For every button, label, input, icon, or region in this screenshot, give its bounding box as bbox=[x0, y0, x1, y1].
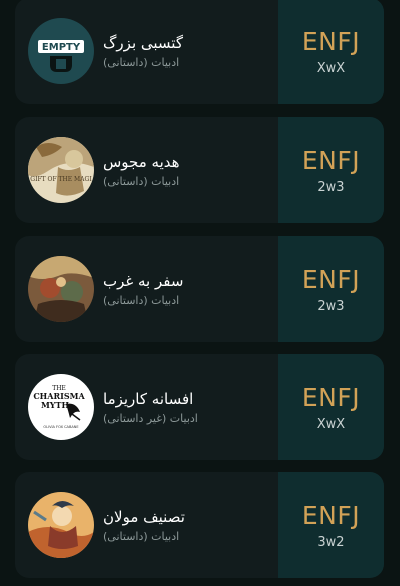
item-category: ادبیات (داستانی) bbox=[103, 529, 180, 543]
avatar: THE CHARISMA MYTH OLIVIA FOX CABANE bbox=[28, 374, 94, 440]
cover-label: OLIVIA FOX CABANE bbox=[43, 425, 78, 429]
personality-type-panel: ENFJ XwX bbox=[278, 0, 384, 104]
item-info: THE CHARISMA MYTH OLIVIA FOX CABANE افسا… bbox=[15, 354, 278, 460]
personality-type-code: ENFJ bbox=[301, 500, 361, 530]
personality-type-panel: ENFJ 2w3 bbox=[278, 117, 384, 223]
personality-type-code: ENFJ bbox=[301, 145, 361, 175]
book-cover-icon bbox=[28, 256, 94, 322]
avatar: EMPTY bbox=[28, 18, 94, 84]
cover-label: MYTH bbox=[41, 400, 70, 410]
item-info: تصنیف مولان ادبیات (داستانی) bbox=[15, 472, 278, 578]
item-text: سفر به غرب ادبیات (داستانی) bbox=[103, 270, 183, 309]
list-item[interactable]: GIFT OF THE MAGI هدیه مجوس ادبیات (داستا… bbox=[15, 117, 384, 223]
item-category: ادبیات (غیر داستانی) bbox=[103, 411, 198, 425]
item-text: هدیه مجوس ادبیات (داستانی) bbox=[103, 151, 180, 190]
avatar bbox=[28, 492, 94, 558]
item-title: افسانه کاریزما bbox=[103, 389, 194, 408]
item-category: ادبیات (داستانی) bbox=[103, 55, 180, 69]
list-item[interactable]: تصنیف مولان ادبیات (داستانی) ENFJ 3w2 bbox=[15, 472, 384, 578]
personality-type-code: ENFJ bbox=[301, 26, 361, 56]
avatar: GIFT OF THE MAGI bbox=[28, 137, 94, 203]
list-item[interactable]: EMPTY گتسبی بزرگ ادبیات (داستانی) ENFJ X… bbox=[15, 0, 384, 104]
personality-type-panel: ENFJ XwX bbox=[278, 354, 384, 460]
item-info: GIFT OF THE MAGI هدیه مجوس ادبیات (داستا… bbox=[15, 117, 278, 223]
profile-list: EMPTY گتسبی بزرگ ادبیات (داستانی) ENFJ X… bbox=[0, 0, 400, 586]
personality-type-panel: ENFJ 2w3 bbox=[278, 236, 384, 342]
empty-avatar-icon: EMPTY bbox=[28, 18, 94, 84]
book-cover-icon: THE CHARISMA MYTH OLIVIA FOX CABANE bbox=[28, 374, 94, 440]
personality-type-code: ENFJ bbox=[301, 264, 361, 294]
item-title: تصنیف مولان bbox=[103, 507, 185, 526]
personality-type-code: ENFJ bbox=[301, 382, 361, 412]
avatar bbox=[28, 256, 94, 322]
item-text: افسانه کاریزما ادبیات (غیر داستانی) bbox=[103, 388, 198, 427]
item-info: EMPTY گتسبی بزرگ ادبیات (داستانی) bbox=[15, 0, 278, 104]
enneagram-variant: 3w2 bbox=[317, 534, 345, 550]
personality-type-panel: ENFJ 3w2 bbox=[278, 472, 384, 578]
item-text: تصنیف مولان ادبیات (داستانی) bbox=[103, 506, 185, 545]
enneagram-variant: 2w3 bbox=[317, 179, 345, 195]
enneagram-variant: XwX bbox=[316, 60, 346, 76]
item-title: گتسبی بزرگ bbox=[103, 33, 183, 52]
item-title: سفر به غرب bbox=[103, 271, 184, 290]
item-title: هدیه مجوس bbox=[103, 152, 180, 171]
list-item[interactable]: سفر به غرب ادبیات (داستانی) ENFJ 2w3 bbox=[15, 236, 384, 342]
enneagram-variant: XwX bbox=[316, 416, 346, 432]
list-item[interactable]: THE CHARISMA MYTH OLIVIA FOX CABANE افسا… bbox=[15, 354, 384, 460]
item-category: ادبیات (داستانی) bbox=[103, 293, 180, 307]
enneagram-variant: 2w3 bbox=[317, 298, 345, 314]
cover-label: EMPTY bbox=[42, 42, 81, 53]
cover-label: GIFT OF THE MAGI bbox=[30, 176, 92, 183]
item-info: سفر به غرب ادبیات (داستانی) bbox=[15, 236, 278, 342]
item-category: ادبیات (داستانی) bbox=[103, 174, 180, 188]
book-cover-icon bbox=[28, 492, 94, 558]
item-text: گتسبی بزرگ ادبیات (داستانی) bbox=[103, 32, 183, 71]
book-cover-icon: GIFT OF THE MAGI bbox=[28, 137, 94, 203]
